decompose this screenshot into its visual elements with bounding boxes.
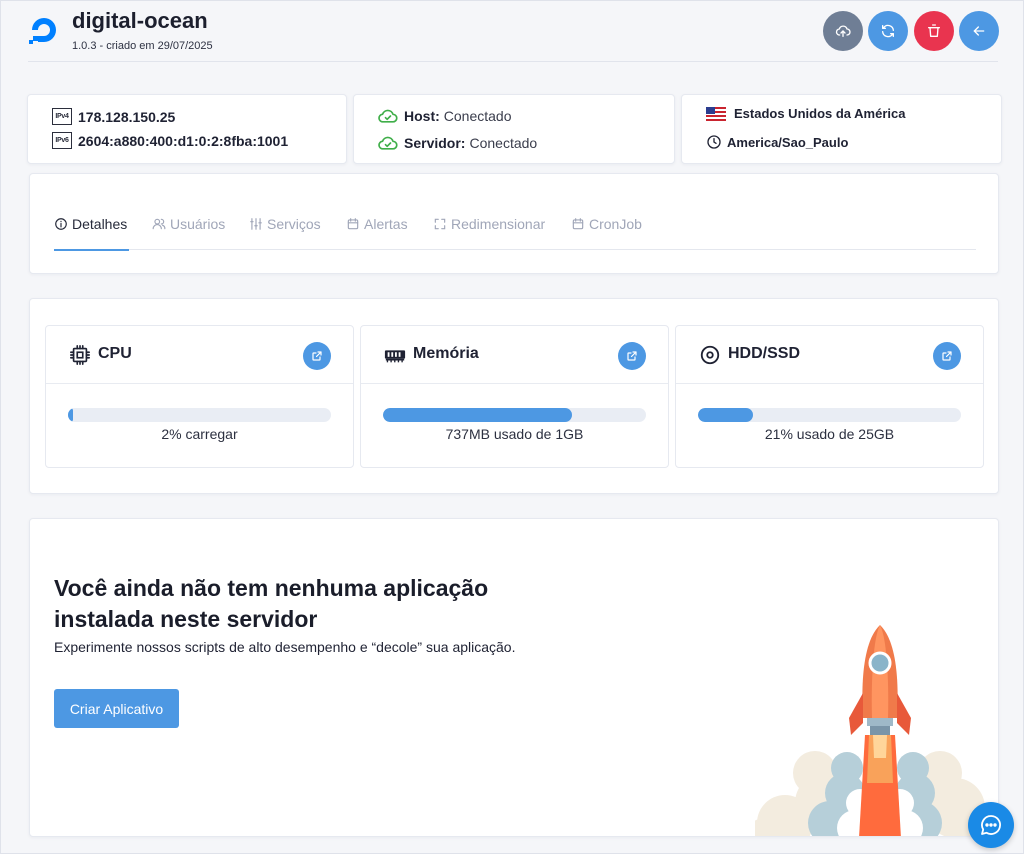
- back-button[interactable]: [959, 11, 999, 51]
- us-flag-icon: [706, 106, 726, 121]
- resize-icon: [434, 218, 446, 230]
- memory-card-header: Memória: [361, 326, 668, 384]
- disk-icon: [700, 345, 720, 365]
- cpu-progress-fill: [68, 408, 74, 422]
- refresh-icon: [882, 24, 894, 38]
- cpu-card-header: CPU: [46, 326, 353, 384]
- host-status-row: Host: Conectado: [378, 108, 512, 124]
- tab-label: Usuários: [170, 216, 226, 232]
- ipv4-icon: IPv4: [52, 108, 72, 125]
- tabs-card: Detalhes Usuários Serviços Alertas Redim…: [29, 173, 999, 274]
- tab-label: CronJob: [589, 216, 642, 232]
- tab-cronjob[interactable]: CronJob: [571, 216, 642, 232]
- cpu-open-button[interactable]: [303, 342, 331, 370]
- sliders-icon: [250, 218, 262, 230]
- calendar-icon: [572, 218, 584, 230]
- memory-open-button[interactable]: [618, 342, 646, 370]
- disk-progress-bar: [698, 408, 961, 422]
- cpu-title: CPU: [98, 345, 132, 362]
- server-version: 1.0.3 - criado em 29/07/2025: [72, 40, 213, 52]
- country-row: Estados Unidos da América: [706, 106, 905, 121]
- upload-button[interactable]: [823, 11, 863, 51]
- cpu-card: CPU 2% carregar: [45, 325, 354, 468]
- tab-usuarios[interactable]: Usuários: [152, 216, 225, 232]
- host-label: Host:: [404, 108, 440, 124]
- trash-icon: [928, 24, 940, 37]
- ipv4-address: 178.128.150.25: [78, 108, 176, 125]
- chat-icon: [981, 815, 1001, 835]
- ipv6-address: 2604:a880:400:d1:0:2:8fba:1001: [78, 132, 289, 149]
- location-card: Estados Unidos da América America/Sao_Pa…: [681, 94, 1002, 164]
- tab-label: Detalhes: [72, 216, 128, 232]
- empty-state-title: Você ainda não tem nenhuma aplicação ins…: [54, 575, 489, 632]
- server-name: digital-ocean: [72, 8, 208, 33]
- page-header: digital-ocean 1.0.3 - criado em 29/07/20…: [28, 0, 999, 62]
- timezone-row: America/Sao_Paulo: [706, 134, 848, 150]
- disk-progress-fill: [698, 408, 754, 422]
- connection-status-card: Host: Conectado Servidor: Conectado: [353, 94, 675, 164]
- cloud-upload-icon: [835, 25, 851, 37]
- resources-card: CPU 2% carregar Memória 737MB usado de 1…: [29, 298, 999, 494]
- clock-icon: [707, 135, 721, 149]
- chat-support-button[interactable]: [968, 802, 1014, 848]
- cloud-check-icon: [378, 109, 398, 123]
- disk-card-header: HDD/SSD: [676, 326, 983, 384]
- digitalocean-logo-icon: [29, 18, 56, 44]
- memory-progress-fill: [383, 408, 573, 422]
- memory-card: Memória 737MB usado de 1GB: [360, 325, 669, 468]
- disk-caption: 21% usado de 25GB: [764, 426, 895, 442]
- memory-caption: 737MB usado de 1GB: [445, 426, 584, 442]
- tab-label: Serviços: [267, 216, 321, 232]
- external-link-icon: [942, 351, 952, 361]
- external-link-icon: [627, 351, 637, 361]
- disk-open-button[interactable]: [933, 342, 961, 370]
- ipv6-icon: IPv6: [52, 132, 72, 149]
- timezone: America/Sao_Paulo: [727, 134, 849, 150]
- info-icon: [55, 218, 67, 230]
- tab-label: Alertas: [364, 216, 408, 232]
- tab-alertas[interactable]: Alertas: [346, 216, 408, 232]
- tab-detalhes[interactable]: Detalhes: [54, 216, 127, 232]
- memory-icon: [384, 350, 406, 363]
- ipv4-row: IPv4 178.128.150.25: [52, 108, 175, 125]
- external-link-icon: [312, 351, 322, 361]
- empty-state-subtitle: Experimente nossos scripts de alto desem…: [54, 639, 516, 655]
- refresh-button[interactable]: [868, 11, 908, 51]
- active-tab-indicator: [54, 249, 129, 251]
- tab-redimensionar[interactable]: Redimensionar: [433, 216, 545, 232]
- disk-title: HDD/SSD: [728, 345, 801, 362]
- host-value: Conectado: [443, 108, 512, 124]
- calendar-icon: [347, 218, 359, 230]
- country-name: Estados Unidos da América: [734, 106, 906, 121]
- server-status-row: Servidor: Conectado: [378, 135, 537, 151]
- disk-card: HDD/SSD 21% usado de 25GB: [675, 325, 984, 468]
- memory-progress-bar: [383, 408, 646, 422]
- cpu-icon: [70, 345, 90, 365]
- create-app-button[interactable]: Criar Aplicativo: [54, 689, 179, 728]
- ip-address-card: IPv4 178.128.150.25 IPv6 2604:a880:400:d…: [27, 94, 347, 164]
- cpu-progress-bar: [68, 408, 331, 422]
- no-applications-card: Você ainda não tem nenhuma aplicação ins…: [29, 518, 999, 837]
- arrow-left-icon: [973, 26, 985, 36]
- tab-label: Redimensionar: [451, 216, 546, 232]
- memory-title: Memória: [413, 345, 479, 362]
- tab-servicos[interactable]: Serviços: [249, 216, 321, 232]
- delete-button[interactable]: [914, 11, 954, 51]
- cpu-caption: 2% carregar: [161, 426, 238, 442]
- rocket-launch-illustration: [755, 625, 998, 836]
- server-label: Servidor:: [404, 135, 466, 151]
- server-value: Conectado: [469, 135, 538, 151]
- tab-divider: [54, 249, 976, 250]
- users-icon: [152, 218, 166, 230]
- cloud-check-icon: [378, 136, 398, 150]
- ipv6-row: IPv6 2604:a880:400:d1:0:2:8fba:1001: [52, 132, 288, 149]
